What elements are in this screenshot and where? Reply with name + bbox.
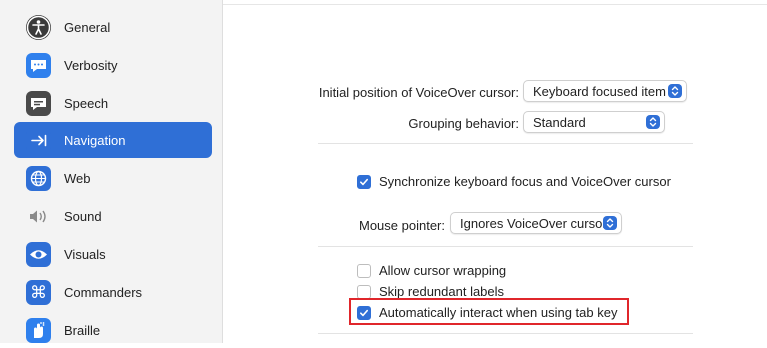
auto-interact-checkbox-row[interactable]: Automatically interact when using tab ke… bbox=[357, 305, 617, 320]
mouse-pointer-popup[interactable]: Ignores VoiceOver cursor bbox=[450, 212, 622, 234]
sidebar-item-general[interactable]: General bbox=[14, 9, 212, 45]
sidebar-item-commanders[interactable]: ⌘ Commanders bbox=[14, 274, 212, 310]
skip-redundant-label: Skip redundant labels bbox=[379, 284, 505, 299]
sidebar-item-label: Visuals bbox=[64, 246, 106, 262]
allow-wrapping-label: Allow cursor wrapping bbox=[379, 263, 507, 278]
section-divider bbox=[318, 333, 693, 334]
sidebar-item-speech[interactable]: Speech bbox=[14, 85, 212, 121]
speaker-icon bbox=[26, 204, 51, 229]
section-divider bbox=[318, 246, 693, 247]
speech-bubble-dark-icon bbox=[26, 90, 51, 116]
command-icon: ⌘ bbox=[26, 279, 51, 305]
grouping-behavior-label: Grouping behavior: bbox=[408, 116, 519, 131]
sidebar: General Verbosity Speech Navigation Web … bbox=[0, 0, 223, 343]
grouping-behavior-value: Standard bbox=[533, 114, 586, 130]
sidebar-item-label: General bbox=[64, 19, 111, 35]
sidebar-item-verbosity[interactable]: Verbosity bbox=[14, 47, 212, 83]
allow-wrapping-checkbox-row[interactable]: Allow cursor wrapping bbox=[357, 263, 506, 278]
sidebar-item-label: Speech bbox=[64, 95, 109, 111]
allow-wrapping-checkbox[interactable] bbox=[357, 263, 371, 278]
initial-position-label: Initial position of VoiceOver cursor: bbox=[318, 85, 519, 100]
sync-focus-checkbox-row[interactable]: Synchronize keyboard focus and VoiceOver… bbox=[357, 174, 671, 189]
top-divider bbox=[223, 4, 767, 5]
section-divider bbox=[318, 143, 693, 144]
chevron-updown-icon bbox=[646, 115, 660, 129]
sidebar-item-label: Web bbox=[64, 170, 91, 186]
chevron-updown-icon bbox=[603, 216, 617, 230]
mouse-pointer-value: Ignores VoiceOver cursor bbox=[460, 215, 607, 231]
sync-focus-checkbox[interactable] bbox=[357, 174, 371, 189]
grouping-behavior-popup[interactable]: Standard bbox=[523, 111, 665, 133]
auto-interact-label: Automatically interact when using tab ke… bbox=[379, 305, 618, 320]
sidebar-item-label: Braille bbox=[64, 322, 101, 338]
sidebar-item-label: Commanders bbox=[64, 284, 143, 300]
globe-icon bbox=[26, 165, 51, 191]
sidebar-item-visuals[interactable]: Visuals bbox=[14, 236, 212, 272]
initial-position-value: Keyboard focused item bbox=[533, 83, 666, 99]
sidebar-item-label: Navigation bbox=[64, 132, 126, 148]
braille-hand-icon bbox=[26, 317, 51, 343]
sync-focus-label: Synchronize keyboard focus and VoiceOver… bbox=[379, 174, 671, 189]
chevron-updown-icon bbox=[668, 84, 682, 98]
initial-position-popup[interactable]: Keyboard focused item bbox=[523, 80, 687, 102]
sidebar-item-label: Verbosity bbox=[64, 57, 118, 73]
speech-bubble-icon bbox=[26, 52, 51, 78]
mouse-pointer-label: Mouse pointer: bbox=[359, 218, 445, 233]
sidebar-item-sound[interactable]: Sound bbox=[14, 198, 212, 234]
sidebar-item-label: Sound bbox=[64, 208, 102, 224]
arrow-to-bar-icon bbox=[26, 127, 51, 153]
navigation-settings-pane: Initial position of VoiceOver cursor: Ke… bbox=[223, 0, 767, 343]
auto-interact-checkbox[interactable] bbox=[357, 305, 371, 320]
eye-icon bbox=[26, 241, 51, 267]
accessibility-icon bbox=[26, 14, 51, 40]
sidebar-item-navigation[interactable]: Navigation bbox=[14, 122, 212, 158]
skip-redundant-checkbox[interactable] bbox=[357, 284, 371, 299]
skip-redundant-checkbox-row[interactable]: Skip redundant labels bbox=[357, 284, 504, 299]
sidebar-item-web[interactable]: Web bbox=[14, 160, 212, 196]
